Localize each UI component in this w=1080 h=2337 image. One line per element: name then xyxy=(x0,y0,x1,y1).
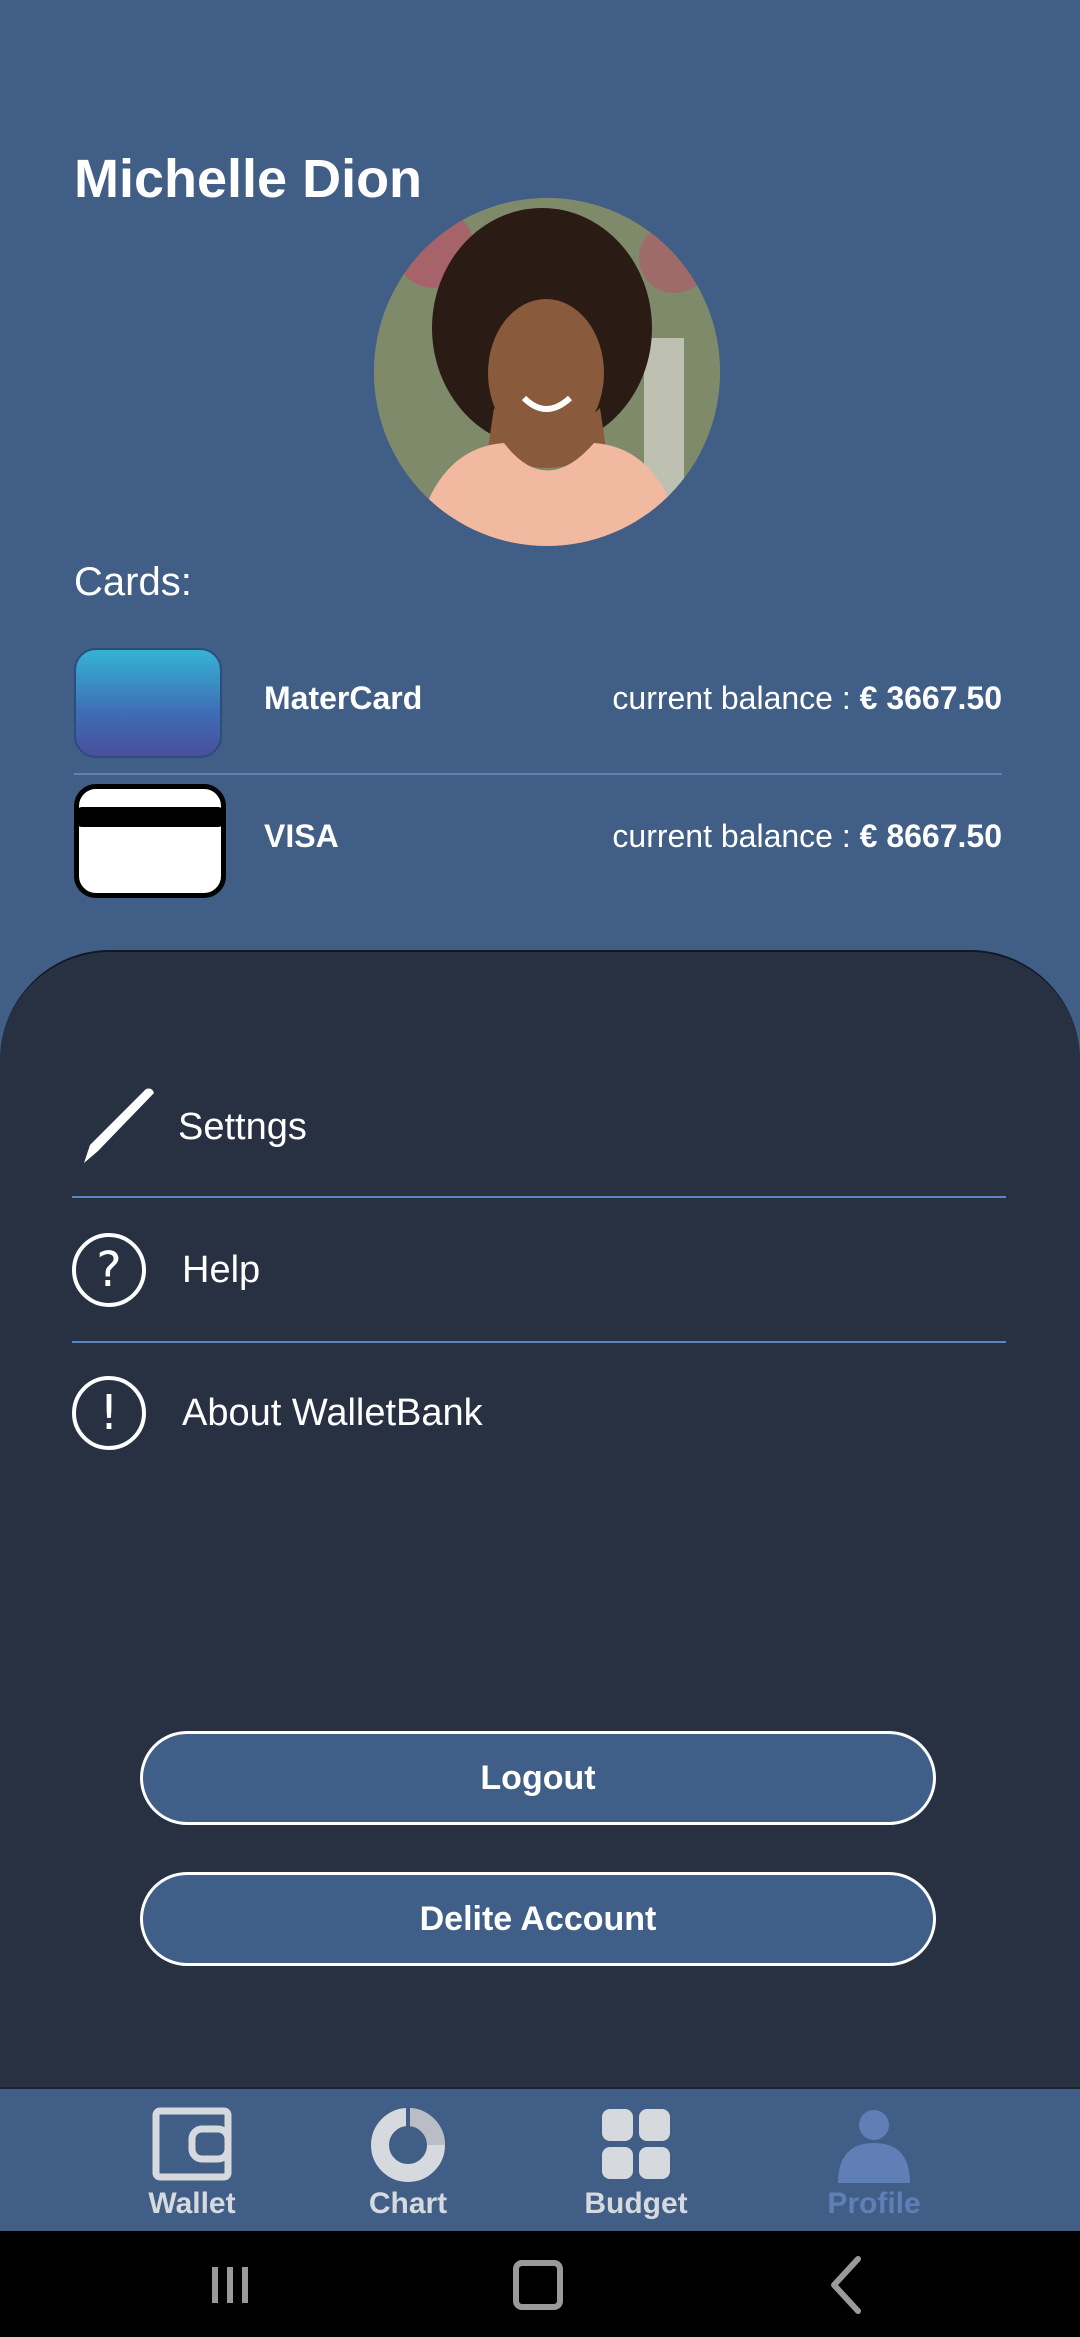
nav-label: Chart xyxy=(368,2187,448,2220)
delete-account-button[interactable]: Delite Account xyxy=(140,1872,936,1966)
balance-label: current balance : xyxy=(612,818,860,854)
wallet-icon xyxy=(152,2107,232,2181)
balance-label: current balance : xyxy=(612,680,860,716)
card-divider xyxy=(74,773,1002,775)
avatar-photo xyxy=(374,198,720,546)
menu-item-settings[interactable]: Settngs xyxy=(72,1072,1006,1182)
nav-wallet[interactable]: Wallet xyxy=(112,2107,272,2227)
nav-budget[interactable]: Budget xyxy=(556,2107,716,2227)
card-balance: current balance : € 8667.50 xyxy=(612,818,1002,855)
card-balance: current balance : € 3667.50 xyxy=(612,680,1002,717)
system-nav-bar xyxy=(0,2231,1080,2337)
cards-heading: Cards: xyxy=(74,560,192,604)
home-icon[interactable] xyxy=(508,2255,568,2315)
donut-chart-icon xyxy=(371,2107,445,2182)
recent-apps-icon[interactable] xyxy=(200,2255,260,2315)
menu-item-label: Help xyxy=(182,1248,261,1291)
menu-item-label: About WalletBank xyxy=(182,1391,483,1434)
card-row-visa[interactable]: VISA current balance : € 8667.50 xyxy=(74,784,1002,906)
back-icon[interactable] xyxy=(818,2255,878,2315)
exclamation-icon: ! xyxy=(72,1376,146,1450)
nav-label: Wallet xyxy=(148,2187,236,2220)
grid-icon xyxy=(602,2109,670,2179)
menu-item-label: Settngs xyxy=(178,1105,307,1148)
card-row-mastercard[interactable]: MaterCard current balance : € 3667.50 xyxy=(74,648,1002,768)
nav-chart[interactable]: Chart xyxy=(328,2107,488,2227)
balance-amount: € 3667.50 xyxy=(859,680,1002,716)
menu-divider xyxy=(72,1196,1006,1198)
person-icon xyxy=(838,2110,910,2183)
user-name: Michelle Dion xyxy=(74,149,423,209)
balance-amount: € 8667.50 xyxy=(859,818,1002,854)
nav-label: Profile xyxy=(827,2187,921,2220)
card-mastercard-icon xyxy=(74,648,222,758)
nav-label: Budget xyxy=(584,2187,688,2220)
card-name: VISA xyxy=(264,818,339,854)
pencil-icon xyxy=(84,1088,154,1163)
question-icon: ? xyxy=(72,1233,146,1307)
bottom-nav: Wallet Chart Budget Profile xyxy=(0,2087,1080,2231)
profile-avatar[interactable] xyxy=(374,198,720,546)
card-visa-icon xyxy=(74,784,226,898)
menu-divider xyxy=(72,1341,1006,1343)
logout-button[interactable]: Logout xyxy=(140,1731,936,1825)
nav-profile[interactable]: Profile xyxy=(794,2107,954,2227)
menu-item-help[interactable]: ? Help xyxy=(72,1215,1006,1325)
menu-item-about[interactable]: ! About WalletBank xyxy=(72,1358,1006,1468)
card-name: MaterCard xyxy=(264,680,423,716)
card-magnetic-stripe xyxy=(76,807,224,827)
